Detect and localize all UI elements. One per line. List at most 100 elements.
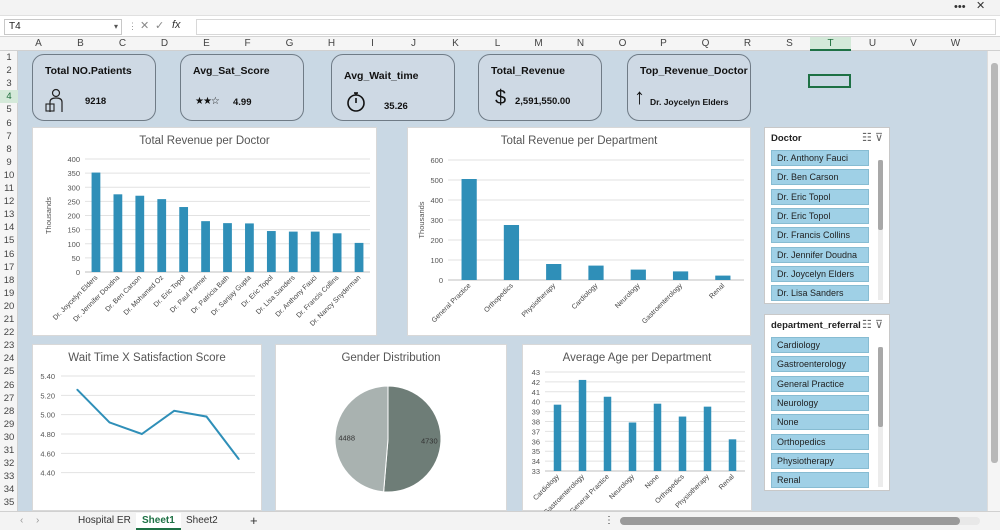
row-header-10[interactable]: 10 (0, 169, 18, 182)
row-header-32[interactable]: 32 (0, 457, 18, 470)
add-sheet-icon[interactable]: + (244, 513, 264, 530)
name-box[interactable]: T4 ▾ (4, 19, 122, 35)
column-header-l[interactable]: L (477, 37, 518, 51)
slicer-item[interactable]: Dr. Eric Topol (771, 207, 869, 224)
row-header-16[interactable]: 16 (0, 248, 18, 261)
kpi-total-patients[interactable]: Total NO.Patients 9218 (32, 54, 156, 121)
vertical-scrollbar[interactable] (987, 51, 1000, 511)
row-header-13[interactable]: 13 (0, 208, 18, 221)
row-header-29[interactable]: 29 (0, 418, 18, 431)
row-header-20[interactable]: 20 (0, 300, 18, 313)
slicer-item[interactable]: Dr. Eric Topol (771, 188, 869, 205)
slicer-item[interactable]: Renal (771, 472, 869, 489)
formula-input[interactable] (196, 19, 996, 35)
row-header-8[interactable]: 8 (0, 143, 18, 156)
row-header-25[interactable]: 25 (0, 365, 18, 378)
kpi-top-revenue-doctor[interactable]: Top_Revenue_Doctor ↑ Dr. Joycelyn Elders (627, 54, 751, 121)
sheet-tab-sheet2[interactable]: Sheet2 (180, 513, 224, 530)
kpi-avg-sat-score[interactable]: Avg_Sat_Score ★★☆ 4.99 (180, 54, 304, 121)
column-header-w[interactable]: W (935, 37, 976, 51)
row-header-6[interactable]: 6 (0, 117, 18, 130)
cancel-icon[interactable]: ✕ (140, 19, 149, 32)
slicer-item[interactable]: Dr. Francis Collins (771, 227, 869, 244)
row-header-12[interactable]: 12 (0, 195, 18, 208)
column-header-n[interactable]: N (560, 37, 601, 51)
slicer-item[interactable]: Physiotherapy (771, 452, 869, 469)
horizontal-scrollbar[interactable] (620, 517, 980, 525)
function-icon[interactable]: fx (172, 19, 181, 31)
column-header-q[interactable]: Q (685, 37, 726, 51)
kpi-total-revenue[interactable]: Total_Revenue $ 2,591,550.00 (478, 54, 602, 121)
close-icon[interactable]: ✕ (976, 0, 985, 13)
slicer-item[interactable]: Orthopedics (771, 433, 869, 450)
row-header-21[interactable]: 21 (0, 313, 18, 326)
multi-select-icon[interactable]: ☷ (862, 319, 872, 331)
selected-cell[interactable] (808, 74, 851, 88)
row-header-1[interactable]: 1 (0, 51, 18, 64)
clear-filter-icon[interactable]: ⊽ (875, 132, 883, 144)
chart-revenue-per-department[interactable]: Total Revenue per Department 0 100 200 300 4… (407, 127, 751, 336)
slicer-scrollbar[interactable] (878, 160, 883, 300)
chart-average-age-per-department[interactable]: Average Age per Department 33 34 35 36 37 38 3… (522, 344, 752, 511)
slicer-item[interactable]: Dr. Anthony Fauci (771, 150, 869, 166)
slicer-item[interactable]: Dr. Ben Carson (771, 169, 869, 186)
confirm-icon[interactable]: ✓ (155, 19, 164, 32)
row-header-24[interactable]: 24 (0, 352, 18, 365)
row-header-18[interactable]: 18 (0, 274, 18, 287)
row-header-15[interactable]: 15 (0, 234, 18, 247)
row-header-17[interactable]: 17 (0, 261, 18, 274)
slicer-item[interactable]: Neurology (771, 394, 869, 411)
row-header-19[interactable]: 19 (0, 287, 18, 300)
row-header-23[interactable]: 23 (0, 339, 18, 352)
row-header-28[interactable]: 28 (0, 405, 18, 418)
row-header-30[interactable]: 30 (0, 431, 18, 444)
column-header-s[interactable]: S (769, 37, 810, 51)
column-header-u[interactable]: U (852, 37, 893, 51)
next-sheet-icon[interactable]: › (30, 513, 45, 530)
sheet-tab-sheet1[interactable]: Sheet1 (136, 513, 181, 530)
chart-wait-vs-satisfaction[interactable]: Wait Time X Satisfaction Score 4.40 4.60 4… (32, 344, 262, 511)
row-header-26[interactable]: 26 (0, 379, 18, 392)
column-header-o[interactable]: O (602, 37, 643, 51)
column-header-e[interactable]: E (186, 37, 227, 51)
row-header-4[interactable]: 4 (0, 90, 18, 104)
column-header-r[interactable]: R (727, 37, 768, 51)
column-header-h[interactable]: H (311, 37, 352, 51)
row-header-35[interactable]: 35 (0, 496, 18, 509)
multi-select-icon[interactable]: ☷ (862, 132, 872, 144)
chart-revenue-per-doctor[interactable]: Total Revenue per Doctor 0 50 100 150 200 250… (32, 127, 377, 336)
column-header-a[interactable]: A (18, 37, 59, 51)
row-header-33[interactable]: 33 (0, 470, 18, 483)
column-header-t[interactable]: T (810, 37, 851, 51)
column-header-j[interactable]: J (393, 37, 434, 51)
row-header-34[interactable]: 34 (0, 483, 18, 496)
prev-sheet-icon[interactable]: ‹ (14, 513, 29, 530)
slicer-item[interactable]: Dr. Joycelyn Elders (771, 265, 869, 282)
chevron-down-icon[interactable]: ▾ (114, 20, 118, 34)
row-header-2[interactable]: 2 (0, 64, 18, 77)
slicer-item[interactable]: Cardiology (771, 337, 869, 353)
more-options-icon[interactable]: ••• (954, 0, 966, 14)
slicer-item[interactable]: Dr. Lisa Sanders (771, 285, 869, 302)
kpi-avg-wait-time[interactable]: Avg_Wait_time 35.26 (331, 54, 455, 121)
column-header-v[interactable]: V (893, 37, 934, 51)
column-header-d[interactable]: D (144, 37, 185, 51)
slicer-scrollbar[interactable] (878, 347, 883, 487)
row-header-14[interactable]: 14 (0, 221, 18, 234)
slicer-item[interactable]: Dr. Jennifer Doudna (771, 246, 869, 263)
row-header-5[interactable]: 5 (0, 103, 18, 116)
column-header-f[interactable]: F (227, 37, 268, 51)
slicer-item[interactable]: Gastroenterology (771, 356, 869, 373)
row-header-22[interactable]: 22 (0, 326, 18, 339)
column-header-c[interactable]: C (102, 37, 143, 51)
column-header-i[interactable]: I (352, 37, 393, 51)
slicer-item[interactable]: None (771, 414, 869, 431)
row-header-9[interactable]: 9 (0, 156, 18, 169)
row-header-11[interactable]: 11 (0, 182, 18, 195)
more-sheets-icon[interactable]: ⋮ (598, 513, 620, 530)
column-header-p[interactable]: P (643, 37, 684, 51)
row-header-31[interactable]: 31 (0, 444, 18, 457)
column-header-m[interactable]: M (518, 37, 559, 51)
slicer-item[interactable]: General Practice (771, 375, 869, 392)
chart-gender-distribution[interactable]: Gender Distribution 4730 4488 (275, 344, 507, 511)
